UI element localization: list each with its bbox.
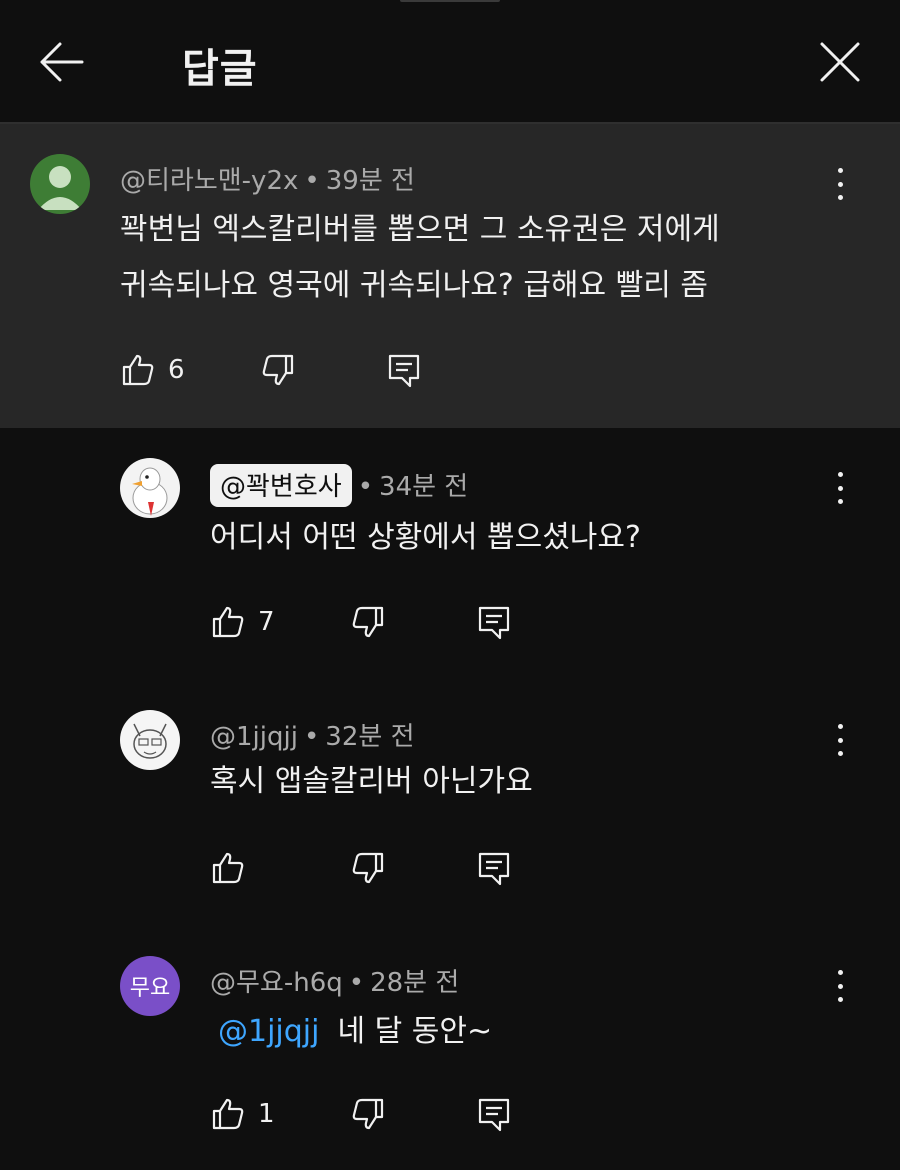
- dislike-button[interactable]: [350, 848, 386, 888]
- thumbs-up-icon: [122, 354, 154, 386]
- more-options-icon[interactable]: [830, 966, 850, 1006]
- comment-text-line: 귀속되나요 영국에 귀속되나요? 급해요 빨리 좀: [120, 268, 709, 303]
- parent-comment: @티라노맨-y2x • 39분 전 꽉변님 엑스칼리버를 뽑으면 그 소유권은 저에…: [0, 124, 900, 428]
- comment-text: 어디서 어떤 상황에서 뽑으셨나요?: [210, 520, 641, 555]
- creator-author-chip[interactable]: @꽉변호사: [210, 464, 352, 507]
- like-button[interactable]: 7: [210, 602, 275, 642]
- reply-button[interactable]: [386, 350, 422, 390]
- avatar[interactable]: [30, 154, 90, 214]
- comment-text-line: 꽉변님 엑스칼리버를 뽑으면 그 소유권은 저에게: [120, 212, 720, 247]
- thumbs-up-icon: [212, 1098, 244, 1130]
- avatar[interactable]: 무요: [120, 956, 180, 1016]
- comment-meta: @티라노맨-y2x • 39분 전: [120, 160, 415, 197]
- comment-actions: 1: [210, 1094, 530, 1134]
- comment-author[interactable]: @1jjqjj: [210, 722, 298, 752]
- comment-time: 28분 전: [370, 968, 460, 998]
- reply-button[interactable]: [476, 1094, 512, 1134]
- close-icon[interactable]: [818, 40, 862, 84]
- like-count: 6: [168, 355, 185, 385]
- reply-icon: [478, 606, 510, 640]
- thumbs-down-icon: [352, 1098, 384, 1130]
- meta-separator: •: [348, 968, 365, 998]
- comment-text: 꽉변님 엑스칼리버를 뽑으면 그 소유권은 저에게 귀속되나요 영국에 귀속되나…: [120, 202, 720, 314]
- meta-separator: •: [357, 472, 374, 502]
- avatar[interactable]: [120, 710, 180, 770]
- comment-meta: @1jjqjj • 32분 전: [210, 716, 415, 753]
- reply-button[interactable]: [476, 848, 512, 888]
- like-count: 7: [258, 607, 275, 637]
- like-button[interactable]: [210, 848, 258, 888]
- comment-text-content: 네 달 동안~: [337, 1014, 493, 1049]
- like-button[interactable]: 6: [120, 350, 185, 390]
- more-options-icon[interactable]: [830, 468, 850, 508]
- like-button[interactable]: 1: [210, 1094, 275, 1134]
- replies-header: 답글: [0, 0, 900, 124]
- dislike-button[interactable]: [350, 1094, 386, 1134]
- more-options-icon[interactable]: [830, 720, 850, 760]
- default-user-icon: [38, 166, 82, 210]
- dislike-button[interactable]: [350, 602, 386, 642]
- comment-meta: @꽉변호사 • 34분 전: [210, 464, 468, 507]
- comment-actions: 6: [120, 350, 440, 390]
- comment-actions: 7: [210, 602, 530, 642]
- meta-separator: •: [303, 722, 320, 752]
- avatar-initials: 무요: [129, 976, 171, 1001]
- thumbs-up-icon: [212, 852, 244, 884]
- reply-icon: [388, 354, 420, 388]
- goose-avatar-icon: [132, 467, 168, 516]
- sketch-avatar-icon: [133, 723, 167, 759]
- comment-author[interactable]: @티라노맨-y2x: [120, 166, 298, 196]
- comment-time: 34분 전: [379, 472, 469, 502]
- comment-meta: @무요-h6q • 28분 전: [210, 962, 459, 999]
- reply-button[interactable]: [476, 602, 512, 642]
- thumbs-down-icon: [352, 852, 384, 884]
- avatar[interactable]: [120, 458, 180, 518]
- dislike-button[interactable]: [260, 350, 296, 390]
- comment-time: 39분 전: [325, 166, 415, 196]
- more-options-icon[interactable]: [830, 164, 850, 204]
- mention-link[interactable]: @1jjqjj: [218, 1014, 319, 1049]
- comment-author[interactable]: @무요-h6q: [210, 968, 343, 998]
- back-arrow-icon[interactable]: [36, 40, 86, 84]
- thumbs-up-icon: [212, 606, 244, 638]
- comment-actions: [210, 848, 530, 888]
- reply-icon: [478, 1098, 510, 1132]
- like-count: 1: [258, 1099, 275, 1129]
- page-title: 답글: [182, 46, 258, 92]
- reply-icon: [478, 852, 510, 886]
- comment-text: 혹시 앱솔칼리버 아닌가요: [210, 764, 533, 799]
- thumbs-down-icon: [352, 606, 384, 638]
- comment-time: 32분 전: [325, 722, 415, 752]
- comment-text: @1jjqjj 네 달 동안~: [218, 1004, 492, 1060]
- meta-separator: •: [304, 166, 320, 196]
- thumbs-down-icon: [262, 354, 294, 386]
